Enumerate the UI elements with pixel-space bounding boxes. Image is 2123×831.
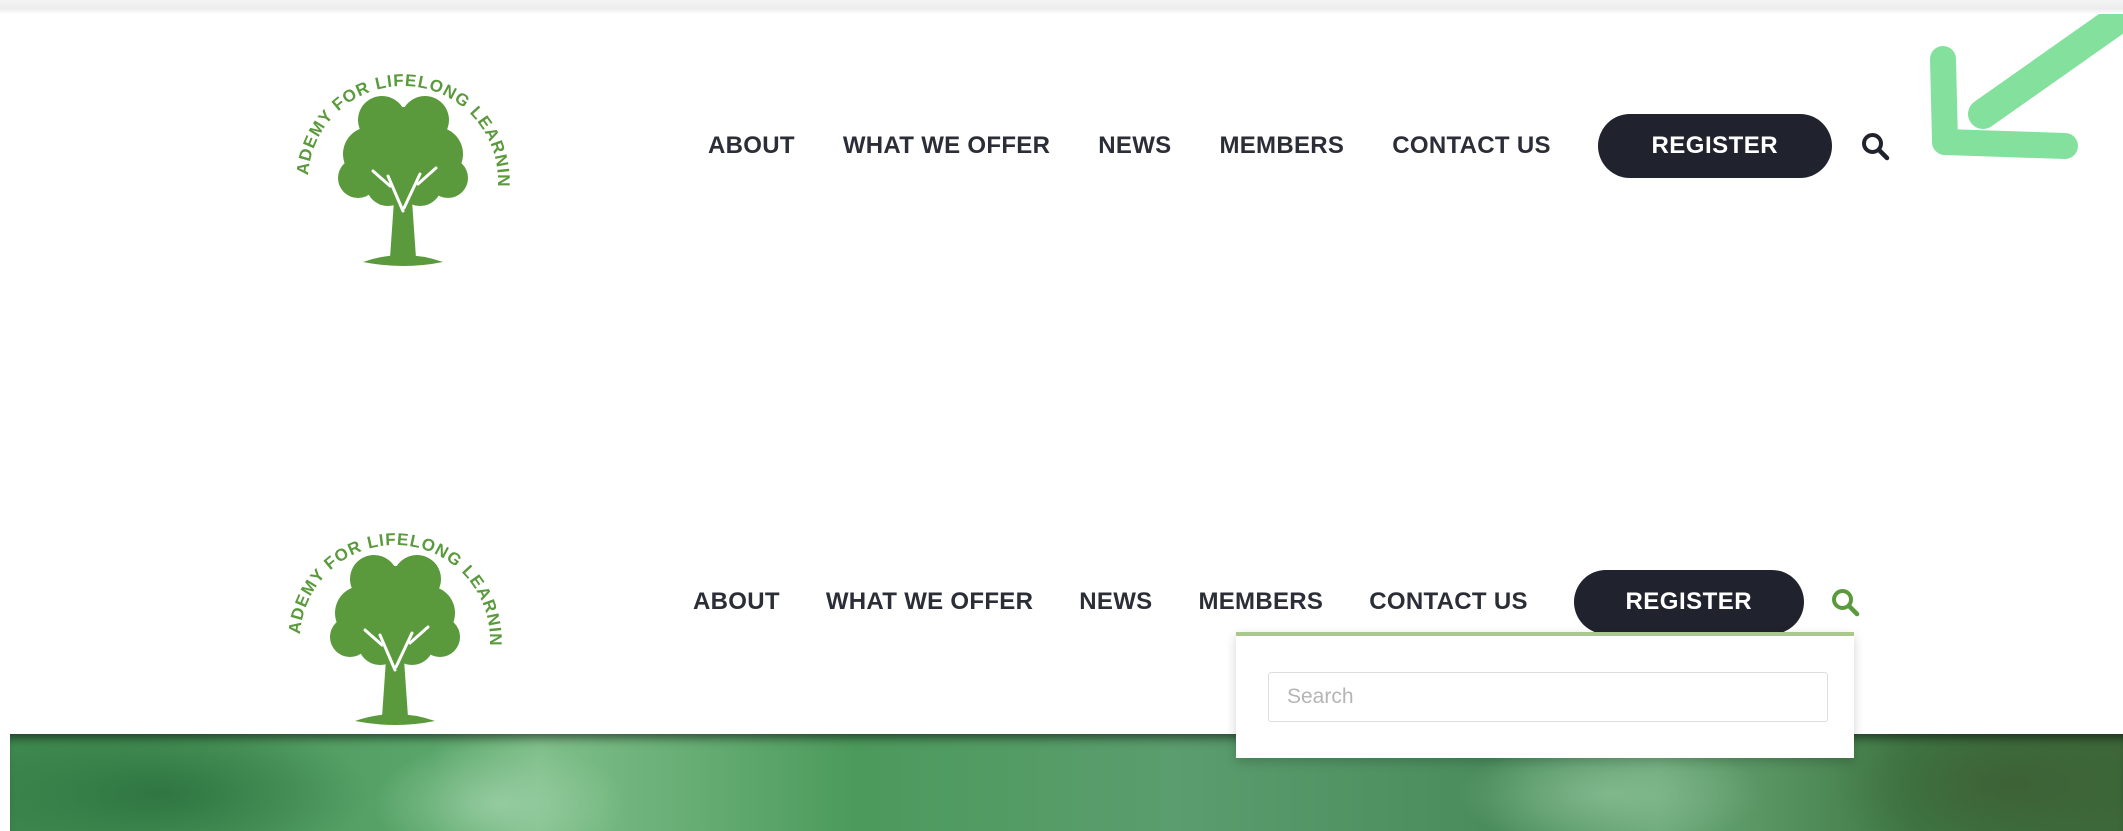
annotation-arrow-icon <box>1930 14 2123 159</box>
search-icon-active[interactable] <box>1828 585 1862 619</box>
nav-item-what-we-offer[interactable]: WHAT WE OFFER <box>826 588 1033 616</box>
site-logo[interactable]: ACADEMY FOR LIFELONG LEARNING <box>263 480 520 745</box>
site-header-default: ACADEMY FOR LIFELONG LEARNING ABOUT WHAT… <box>0 14 2123 314</box>
main-nav: ABOUT WHAT WE OFFER NEWS MEMBERS CONTACT… <box>693 570 1862 634</box>
nav-item-contact-us[interactable]: CONTACT US <box>1392 132 1551 160</box>
nav-item-about[interactable]: ABOUT <box>708 132 795 160</box>
nav-item-members[interactable]: MEMBERS <box>1198 588 1323 616</box>
top-divider <box>0 0 2123 14</box>
tree-logo-icon: ACADEMY FOR LIFELONG LEARNING <box>271 21 512 266</box>
search-icon[interactable] <box>1858 129 1892 163</box>
search-dropdown <box>1236 632 1854 758</box>
search-input[interactable] <box>1268 672 1828 722</box>
nav-item-about[interactable]: ABOUT <box>693 588 780 616</box>
tree-logo-icon: ACADEMY FOR LIFELONG LEARNING <box>263 480 504 725</box>
site-logo[interactable]: ACADEMY FOR LIFELONG LEARNING <box>271 21 528 286</box>
nav-item-contact-us[interactable]: CONTACT US <box>1369 588 1528 616</box>
register-button[interactable]: REGISTER <box>1573 570 1804 634</box>
nav-item-news[interactable]: NEWS <box>1079 588 1152 616</box>
nav-item-members[interactable]: MEMBERS <box>1219 132 1344 160</box>
page: ACADEMY FOR LIFELONG LEARNING ABOUT WHAT… <box>0 0 2123 831</box>
nav-item-what-we-offer[interactable]: WHAT WE OFFER <box>843 132 1050 160</box>
register-button[interactable]: REGISTER <box>1597 114 1832 178</box>
main-nav: ABOUT WHAT WE OFFER NEWS MEMBERS CONTACT… <box>708 114 1892 178</box>
nav-item-news[interactable]: NEWS <box>1098 132 1171 160</box>
